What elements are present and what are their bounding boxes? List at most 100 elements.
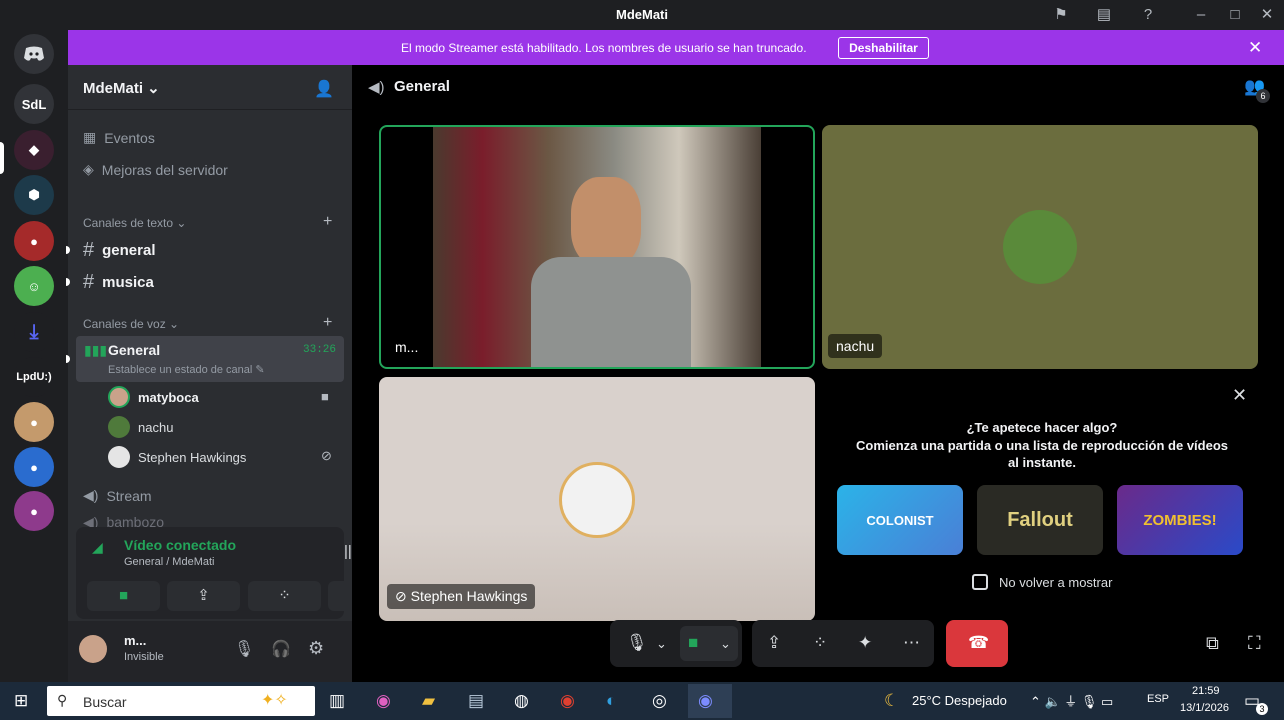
chrome-icon[interactable]: ◉ [560,691,575,711]
server-red-white[interactable]: ● [14,221,54,261]
user-name[interactable]: m... [124,633,146,648]
close-icon[interactable]: ✕ [1248,38,1262,58]
channel-general[interactable]: # general [83,239,155,262]
user-status: Invisible [124,651,164,663]
disable-streamer-button[interactable]: Deshabilitar [838,37,929,59]
discord-taskbar-icon[interactable]: ◉ [698,691,713,711]
server-sdl[interactable]: SdL [14,84,54,124]
search-box[interactable]: ⚲ Buscar ✦✧ [47,686,315,716]
discord-home-icon[interactable] [14,34,54,74]
server-green[interactable]: ☺ [14,266,54,306]
game-card[interactable]: ZOMBIES! [1117,485,1243,555]
soundboard-icon[interactable]: ✦ [858,633,872,653]
pop-out-icon[interactable]: ⧉ [1206,633,1219,654]
channel-musica[interactable]: # musica [83,271,154,294]
window-title: MdeMati [616,7,668,22]
close-activity-icon[interactable]: ✕ [1232,385,1247,406]
camera-options-chevron-icon[interactable]: ⌄ [720,636,731,652]
muted-mic-icon: ⊘ [395,588,407,604]
steam-icon[interactable]: ◍ [514,691,529,711]
microphone-icon[interactable]: 🎙 [626,633,648,653]
flag-icon[interactable]: ⚑ [1052,6,1070,24]
channel-status-link[interactable]: Establece un estado de canal ✎ [108,363,265,376]
game-card[interactable]: Fallout [977,485,1103,555]
add-voice-channel-icon[interactable]: + [323,314,332,332]
minimize-icon[interactable]: – [1192,6,1210,24]
inbox-icon[interactable]: ▤ [1095,6,1113,24]
voice-connection-panel: ◢ Vídeo conectado General / MdeMati ||| … [76,527,401,619]
tray-icons[interactable]: ⌃ 🔈 ⏚ 🎙 ▭ [1030,691,1113,710]
member-item[interactable]: nachu [108,416,173,438]
search-placeholder: Buscar [83,694,127,710]
help-icon[interactable]: ? [1139,6,1157,24]
obs-icon[interactable]: ◎ [652,691,667,711]
connection-status[interactable]: Vídeo conectado [124,537,236,553]
maximize-icon[interactable]: □ [1226,6,1244,24]
person-shirt [531,257,691,367]
windows-start-icon[interactable]: ⊞ [14,691,28,711]
member-item[interactable]: Stephen Hawkings [108,446,246,468]
screen-share-icon[interactable]: ⇪ [767,633,781,653]
selected-server-pill [0,142,4,174]
participant-avatar [559,462,635,538]
close-window-icon[interactable]: ✕ [1258,6,1276,24]
chevron-down-icon: ⌄ [147,80,160,97]
copilot-icon[interactable]: ◉ [376,691,391,711]
pencil-icon: ✎ [255,364,265,376]
microphone-icon[interactable]: 🎙 [234,639,254,659]
activities-icon[interactable]: ⁘ [813,633,827,653]
server-lpdu[interactable]: LpdU:) [14,357,54,397]
screen-share-button[interactable]: ⇪ [167,581,240,611]
boosts-item[interactable]: ◈ Mejoras del servidor [83,161,228,178]
unread-dot [66,278,70,286]
notepad-icon[interactable]: ▤ [468,691,484,711]
edge-icon[interactable]: ◐ [606,691,616,711]
camera-icon[interactable]: ■ [688,633,698,653]
channel-truncated[interactable]: ◀) bambozo [83,517,164,527]
member-item[interactable]: matyboca [108,386,199,408]
task-view-icon[interactable]: ▥ [329,691,345,711]
activities-button[interactable]: ⁘ [248,581,321,611]
server-name[interactable]: MdeMati ⌄ [83,79,160,97]
server-blue[interactable]: ● [14,447,54,487]
voice-category[interactable]: Canales de voz ⌄ [83,317,179,331]
add-text-channel-icon[interactable]: + [323,213,332,231]
video-tile[interactable]: ⊘ Stephen Hawkings [379,377,815,621]
voice-channel-general[interactable]: ▮▮▮ General 33:26 Establece un estado de… [76,336,344,382]
events-item[interactable]: ▦ Eventos [83,129,155,146]
voice-activity-icon: ▮▮▮ [84,342,108,358]
file-explorer-icon[interactable]: ▰ [422,691,435,711]
add-member-icon[interactable]: 👤 [314,79,334,99]
server-purple[interactable]: ● [14,491,54,531]
fullscreen-icon[interactable]: ⛶ [1248,633,1261,654]
more-options-icon[interactable]: ⋯ [903,633,920,653]
camera-button[interactable]: ■ [87,581,160,611]
streamer-mode-banner: El modo Streamer está habilitado. Los no… [68,30,1284,65]
user-avatar[interactable] [79,635,107,663]
signal-icon: ◢ [92,539,103,555]
server-badge[interactable]: ⬢ [14,175,54,215]
text-category[interactable]: Canales de texto ⌄ [83,216,186,230]
dont-show-checkbox[interactable] [972,574,988,590]
divider [68,109,352,110]
unread-dot [66,246,70,254]
settings-gear-icon[interactable]: ⚙ [308,638,324,659]
channel-stream[interactable]: ◀) Stream [83,487,152,504]
video-tile[interactable]: nachu [822,125,1258,369]
server-fiorentina[interactable]: ◆ [14,130,54,170]
game-card[interactable]: COLONIST [837,485,963,555]
call-channel-name: General [394,78,450,95]
connection-location[interactable]: General / MdeMati [124,556,214,568]
clock-date[interactable]: 13/1/2026 [1180,702,1229,714]
participant-name: ⊘ Stephen Hawkings [387,584,536,609]
clock-time[interactable]: 21:59 [1192,685,1220,697]
language-indicator[interactable]: ESP [1147,693,1169,705]
headphones-icon[interactable]: 🎧 [271,639,291,659]
dont-show-label: No volver a mostrar [999,575,1113,590]
leave-call-button[interactable]: ☎ [946,620,1008,667]
download-icon[interactable]: ⤓ [14,312,54,352]
video-tile[interactable]: m... [379,125,815,369]
weather-text[interactable]: 25°C Despejado [912,693,1007,708]
mic-options-chevron-icon[interactable]: ⌄ [656,636,667,652]
server-anime[interactable]: ● [14,402,54,442]
